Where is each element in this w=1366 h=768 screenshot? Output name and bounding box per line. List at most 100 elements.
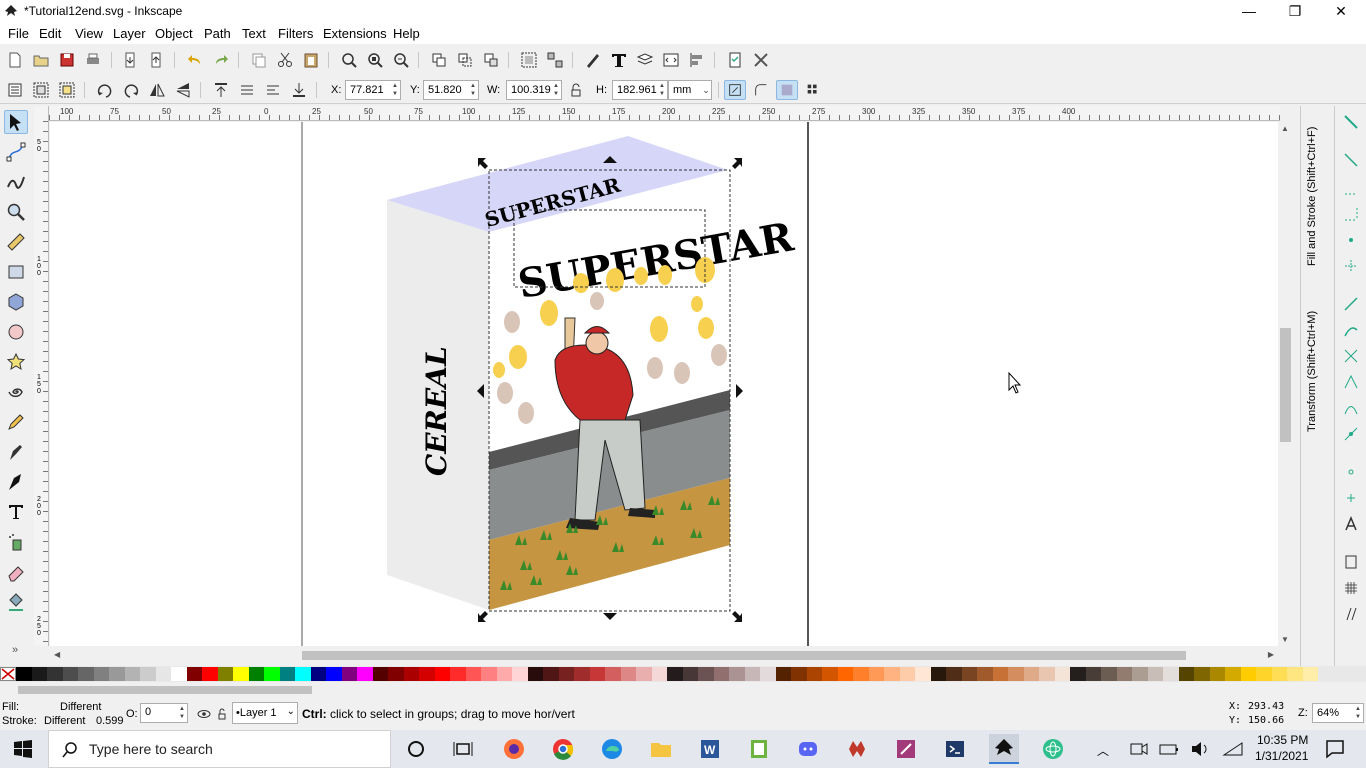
zoom-selection-icon[interactable] bbox=[339, 50, 359, 70]
layer-select[interactable]: •Layer 1 ⌄ bbox=[232, 702, 298, 724]
palette-swatch[interactable] bbox=[326, 667, 342, 681]
task-view-icon[interactable] bbox=[448, 734, 478, 764]
snap-guide-icon[interactable] bbox=[1341, 604, 1361, 624]
snap-rotation-center-icon[interactable] bbox=[1341, 488, 1361, 508]
tweak-tool-icon[interactable] bbox=[4, 170, 28, 194]
minimize-button[interactable]: — bbox=[1226, 0, 1272, 23]
palette-scroll-thumb[interactable] bbox=[18, 686, 312, 694]
firefox-icon[interactable] bbox=[499, 734, 529, 764]
palette-swatch[interactable] bbox=[915, 667, 931, 681]
palette-swatch[interactable] bbox=[946, 667, 962, 681]
layer-lock-icon[interactable] bbox=[212, 704, 232, 724]
star-tool-icon[interactable] bbox=[4, 350, 28, 374]
palette-swatch[interactable] bbox=[1240, 667, 1256, 681]
scale-corners-toggle[interactable] bbox=[750, 80, 772, 100]
palette-swatch[interactable] bbox=[481, 667, 497, 681]
discord-icon[interactable] bbox=[793, 734, 823, 764]
palette-swatch[interactable] bbox=[341, 667, 357, 681]
snap-bbox-center-icon[interactable] bbox=[1341, 256, 1361, 276]
palette-swatch[interactable] bbox=[1271, 667, 1287, 681]
palette-swatch[interactable] bbox=[1225, 667, 1241, 681]
file-explorer-icon[interactable] bbox=[646, 734, 676, 764]
palette-swatch[interactable] bbox=[434, 667, 450, 681]
export-icon[interactable] bbox=[147, 50, 167, 70]
snap-text-baseline-icon[interactable] bbox=[1341, 514, 1361, 534]
palette-swatch[interactable] bbox=[31, 667, 47, 681]
selector-tool-icon[interactable] bbox=[4, 110, 28, 134]
palette-swatch[interactable] bbox=[837, 667, 853, 681]
palette-swatch[interactable] bbox=[450, 667, 466, 681]
fill-value[interactable]: Different bbox=[60, 701, 101, 713]
select-all-layers-icon[interactable] bbox=[31, 80, 51, 100]
zoom-field[interactable]: 64% ▲ ▼ bbox=[1312, 703, 1364, 723]
deselect-icon[interactable] bbox=[57, 80, 77, 100]
w-field[interactable]: 100.319 ▲ ▼ bbox=[506, 80, 562, 100]
palette-swatch[interactable] bbox=[1178, 667, 1194, 681]
horizontal-ruler[interactable]: 100 75 50 25 0 25 50 75 100 125 150 175 … bbox=[34, 106, 1280, 121]
palette-swatch[interactable] bbox=[1116, 667, 1132, 681]
new-document-icon[interactable] bbox=[5, 50, 25, 70]
duplicate-icon[interactable] bbox=[429, 50, 449, 70]
zoom-tool-icon[interactable] bbox=[4, 200, 28, 224]
more-tools-icon[interactable]: » bbox=[12, 644, 18, 656]
scroll-left-icon[interactable]: ◀ bbox=[54, 650, 60, 659]
palette-swatch[interactable] bbox=[403, 667, 419, 681]
palette-swatch[interactable] bbox=[388, 667, 404, 681]
palette-swatch[interactable] bbox=[667, 667, 683, 681]
palette-swatch[interactable] bbox=[512, 667, 528, 681]
menu-text[interactable]: Text bbox=[242, 26, 266, 41]
palette-swatch[interactable] bbox=[930, 667, 946, 681]
layers-icon[interactable] bbox=[635, 50, 655, 70]
palette-swatch[interactable] bbox=[93, 667, 109, 681]
vertical-ruler[interactable]: 50 100 150 200 250 bbox=[34, 106, 49, 646]
palette-scrollbar[interactable] bbox=[0, 683, 1366, 697]
palette-swatch[interactable] bbox=[868, 667, 884, 681]
rectangle-tool-icon[interactable] bbox=[4, 260, 28, 284]
rotate-ccw-icon[interactable] bbox=[95, 80, 115, 100]
snap-intersection-icon[interactable] bbox=[1341, 346, 1361, 366]
palette-swatch[interactable] bbox=[1101, 667, 1117, 681]
rotate-cw-icon[interactable] bbox=[121, 80, 141, 100]
document-properties-icon[interactable] bbox=[725, 50, 745, 70]
snap-toggle-icon[interactable] bbox=[1341, 112, 1361, 132]
transform-tab[interactable]: Transform (Shift+Ctrl+M) bbox=[1306, 311, 1318, 432]
flip-horizontal-icon[interactable] bbox=[147, 80, 167, 100]
paint-bucket-tool-icon[interactable] bbox=[4, 590, 28, 614]
palette-swatch[interactable] bbox=[961, 667, 977, 681]
palette-swatch[interactable] bbox=[822, 667, 838, 681]
palette-swatch[interactable] bbox=[558, 667, 574, 681]
palette-swatch[interactable] bbox=[574, 667, 590, 681]
palette-swatch[interactable] bbox=[78, 667, 94, 681]
stroke-width-value[interactable]: 0.599 bbox=[96, 715, 124, 727]
transform-patterns-toggle[interactable] bbox=[802, 80, 824, 100]
palette-swatch[interactable] bbox=[775, 667, 791, 681]
xml-editor-icon[interactable] bbox=[661, 50, 681, 70]
edge-icon[interactable] bbox=[597, 734, 627, 764]
chrome-icon[interactable] bbox=[548, 734, 578, 764]
scroll-up-icon[interactable]: ▲ bbox=[1281, 124, 1289, 133]
fill-stroke-tab[interactable]: Fill and Stroke (Shift+Ctrl+F) bbox=[1306, 127, 1318, 266]
palette-swatch[interactable] bbox=[1023, 667, 1039, 681]
pen-tool-icon[interactable] bbox=[4, 440, 28, 464]
menu-edit[interactable]: Edit bbox=[39, 26, 61, 41]
import-icon[interactable] bbox=[121, 50, 141, 70]
palette-swatch[interactable] bbox=[248, 667, 264, 681]
print-icon[interactable] bbox=[83, 50, 103, 70]
palette-swatch[interactable] bbox=[62, 667, 78, 681]
lock-ratio-icon[interactable] bbox=[566, 80, 586, 100]
vertical-scroll-thumb[interactable] bbox=[1280, 328, 1291, 442]
x-field[interactable]: 77.821 ▲ ▼ bbox=[345, 80, 401, 100]
palette-swatch[interactable] bbox=[171, 667, 187, 681]
palette-swatch[interactable] bbox=[1085, 667, 1101, 681]
palette-swatch[interactable] bbox=[636, 667, 652, 681]
menu-extensions[interactable]: Extensions bbox=[323, 26, 387, 41]
wifi-icon[interactable] bbox=[1218, 734, 1248, 764]
game-app-icon[interactable] bbox=[842, 734, 872, 764]
palette-swatch[interactable] bbox=[1008, 667, 1024, 681]
palette-swatch[interactable] bbox=[496, 667, 512, 681]
word-icon[interactable]: W bbox=[695, 734, 725, 764]
inkscape-taskbar-icon[interactable] bbox=[989, 734, 1019, 764]
menu-filters[interactable]: Filters bbox=[278, 26, 313, 41]
palette-swatch[interactable] bbox=[47, 667, 63, 681]
palette-swatch[interactable] bbox=[264, 667, 280, 681]
